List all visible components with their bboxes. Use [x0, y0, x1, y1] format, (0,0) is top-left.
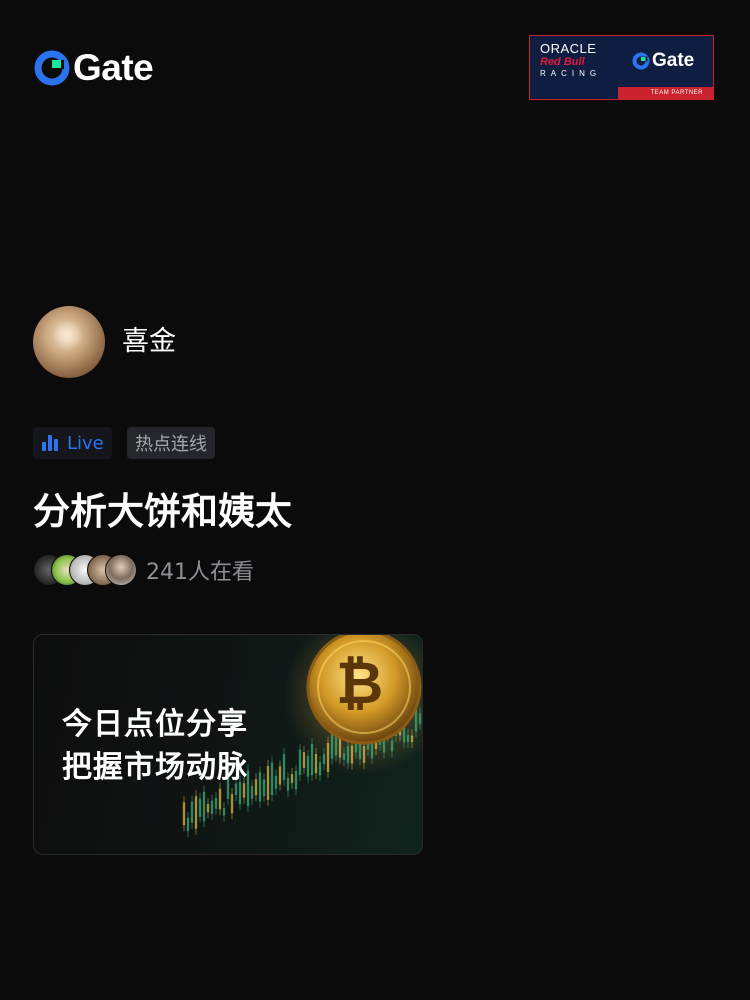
candle-body	[310, 743, 314, 776]
candle-body	[322, 754, 326, 765]
candle-body	[262, 779, 266, 796]
candle-body	[314, 754, 318, 774]
candle-body	[254, 779, 258, 796]
candle-body	[286, 777, 290, 791]
topic-tag[interactable]: 热点连线	[127, 427, 215, 459]
candle-body	[266, 766, 270, 800]
candle-body	[350, 745, 354, 764]
racing-label: RACING	[540, 69, 602, 78]
partner-gate-logo: Gate	[632, 50, 694, 72]
candle-body	[282, 754, 286, 780]
stream-cover-card[interactable]: ₿ 今日点位分享 把握市场动脉	[33, 634, 423, 855]
live-label: Live	[67, 432, 104, 454]
candle-body	[214, 798, 218, 809]
candle-body	[202, 791, 206, 822]
candle-body	[186, 817, 190, 832]
partner-banner[interactable]: ORACLE Red Bull RACING Gate TEAM PARTNER	[529, 35, 714, 100]
candle-body	[326, 742, 330, 772]
candle-body	[342, 753, 346, 760]
redbull-label: Red Bull	[540, 56, 585, 68]
partner-gate-text: Gate	[652, 50, 695, 71]
redbull-racing-logo: ORACLE Red Bull RACING	[540, 42, 616, 80]
candle-body	[298, 749, 302, 775]
candle-body	[346, 746, 350, 763]
candle-body	[306, 755, 310, 777]
candle-body	[270, 762, 274, 796]
stream-title: 分析大饼和姨太	[33, 490, 292, 533]
candle-body	[258, 772, 262, 802]
candle-body	[390, 740, 394, 752]
candle-body	[418, 713, 422, 724]
host-name[interactable]: 喜金	[122, 322, 176, 362]
candle-body	[210, 800, 214, 814]
candle-body	[194, 796, 198, 829]
live-bars-icon	[41, 434, 59, 452]
gate-logo-icon	[34, 50, 70, 86]
candle-body	[274, 775, 278, 789]
candle-body	[278, 766, 282, 785]
candle-body	[182, 802, 186, 826]
candle-body	[362, 746, 366, 763]
cover-line-1: 今日点位分享	[62, 707, 248, 742]
candle-body	[222, 807, 226, 816]
candle-body	[406, 734, 410, 743]
cover-line-2: 把握市场动脉	[62, 750, 248, 785]
candle-body	[230, 794, 234, 814]
gate-logo-text: Gate	[73, 47, 154, 88]
candle-body	[294, 770, 298, 790]
team-partner-strip: TEAM PARTNER	[618, 87, 713, 99]
viewer-avatar	[105, 554, 137, 586]
candle-body	[410, 735, 414, 743]
candle-body	[318, 762, 322, 776]
candle-body	[206, 803, 210, 813]
host-avatar[interactable]	[33, 306, 105, 378]
live-tag: Live	[33, 427, 112, 459]
bitcoin-icon: ₿	[336, 649, 384, 717]
candle-body	[218, 788, 222, 810]
partner-gate-icon	[632, 52, 650, 70]
gate-logo: Gate	[34, 47, 154, 88]
candle-body	[190, 801, 194, 823]
candle-body	[250, 785, 254, 799]
oracle-label: ORACLE	[540, 41, 597, 56]
candle-body	[302, 752, 306, 768]
candle-body	[290, 774, 294, 783]
viewers-row: 241人在看	[33, 554, 254, 586]
candle-body	[198, 798, 202, 817]
viewers-count: 241人在看	[146, 560, 254, 585]
